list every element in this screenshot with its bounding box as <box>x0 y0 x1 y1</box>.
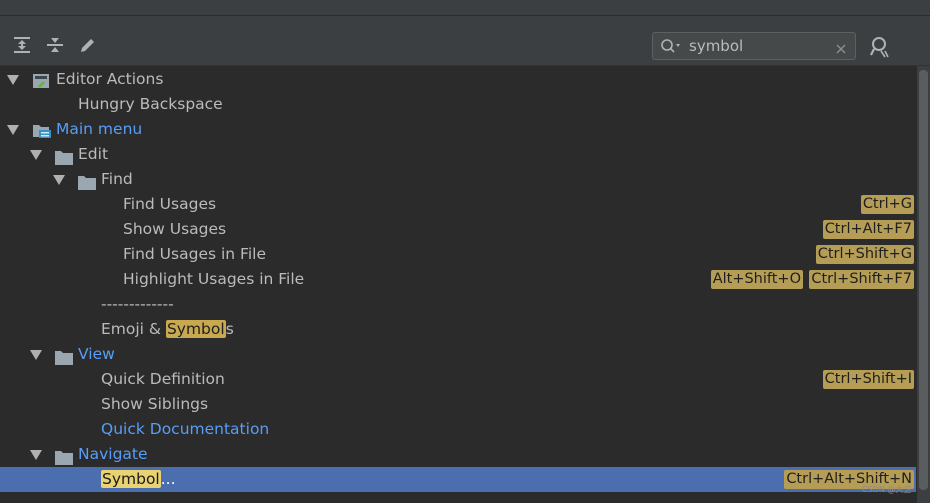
shortcut-badge: Ctrl+Shift+G <box>815 245 914 264</box>
separator-label: ------------- <box>101 295 174 313</box>
toolbar <box>0 16 930 66</box>
collapse-all-icon[interactable] <box>44 34 66 56</box>
expand-arrow-icon[interactable] <box>53 175 65 185</box>
folder-icon <box>78 173 96 190</box>
hungry-backspace-label: Hungry Backspace <box>78 95 223 113</box>
clear-search-icon[interactable] <box>835 40 847 59</box>
shortcut-badge: Ctrl+Shift+F7 <box>809 270 914 289</box>
folder-icon <box>55 148 73 165</box>
editor-actions-label: Editor Actions <box>56 70 164 88</box>
main-menu-icon <box>32 122 52 138</box>
tree-row-symbol-selected[interactable]: Symbol... Ctrl+Alt+Shift+N <box>0 467 916 492</box>
label-suffix: ... <box>160 470 176 488</box>
expand-arrow-icon[interactable] <box>7 75 19 85</box>
search-icon[interactable] <box>660 38 682 58</box>
label-suffix: s <box>225 320 234 338</box>
emoji-symbols-label: Emoji & Symbols <box>101 317 234 342</box>
shortcut-badge: Ctrl+Shift+I <box>822 370 914 389</box>
edit-label: Edit <box>78 145 109 163</box>
shortcut-badge: Alt+Shift+O <box>710 270 803 289</box>
tree-row-view[interactable]: View <box>0 342 916 367</box>
tree-row-separator: ------------- <box>0 292 916 317</box>
find-usages-label: Find Usages <box>123 195 217 213</box>
quick-documentation-label: Quick Documentation <box>101 420 270 438</box>
navigate-label: Navigate <box>78 445 148 463</box>
top-strip <box>0 0 930 16</box>
search-input[interactable] <box>689 36 829 56</box>
tree-row-main-menu[interactable]: Main menu <box>0 117 916 142</box>
tree-row-navigate[interactable]: Navigate <box>0 442 916 467</box>
show-siblings-label: Show Siblings <box>101 395 209 413</box>
symbol-label: Symbol... <box>101 467 176 492</box>
shortcut-badge: Ctrl+Alt+F7 <box>822 220 914 239</box>
highlight-usages-label: Highlight Usages in File <box>123 270 305 288</box>
show-usages-label: Show Usages <box>123 220 227 238</box>
quick-definition-label: Quick Definition <box>101 370 225 388</box>
search-field[interactable] <box>652 32 856 60</box>
expand-arrow-icon[interactable] <box>30 450 42 460</box>
tree-row-show-siblings[interactable]: Show Siblings <box>0 392 916 417</box>
main-menu-label: Main menu <box>56 120 143 138</box>
label-prefix: Emoji & <box>101 320 166 338</box>
scrollbar-thumb[interactable] <box>919 70 928 490</box>
search-match-highlight: Symbol <box>165 320 226 338</box>
keymap-tree: Editor Actions Hungry Backspace Main men… <box>0 66 930 503</box>
folder-icon <box>55 348 73 365</box>
expand-arrow-icon[interactable] <box>30 150 42 160</box>
tree-row-quick-definition[interactable]: Quick Definition Ctrl+Shift+I <box>0 367 916 392</box>
shortcut-badge: Ctrl+G <box>860 195 914 214</box>
view-label: View <box>78 345 115 363</box>
find-by-shortcut-icon[interactable] <box>868 35 892 59</box>
expand-arrow-icon[interactable] <box>30 350 42 360</box>
editor-actions-icon <box>32 72 52 88</box>
tree-row-emoji-symbols[interactable]: Emoji & Symbols <box>0 317 916 342</box>
tree-row-find-usages-in-file[interactable]: Find Usages in File Ctrl+Shift+G <box>0 242 916 267</box>
find-usages-in-file-label: Find Usages in File <box>123 245 266 263</box>
tree-row-highlight-usages-in-file[interactable]: Highlight Usages in File Alt+Shift+O Ctr… <box>0 267 916 292</box>
tree-row-hungry-backspace[interactable]: Hungry Backspace <box>0 92 916 117</box>
tree-row-show-usages[interactable]: Show Usages Ctrl+Alt+F7 <box>0 217 916 242</box>
edit-pencil-icon[interactable] <box>77 34 99 56</box>
find-label: Find <box>101 170 133 188</box>
tree-row-edit[interactable]: Edit <box>0 142 916 167</box>
expand-all-icon[interactable] <box>11 34 33 56</box>
tree-row-editor-actions[interactable]: Editor Actions <box>0 67 916 92</box>
watermark: CSDN @大卫 <box>862 485 912 494</box>
folder-icon <box>55 448 73 465</box>
expand-arrow-icon[interactable] <box>7 125 19 135</box>
search-match-highlight: Symbol <box>101 470 161 488</box>
tree-row-find-usages[interactable]: Find Usages Ctrl+G <box>0 192 916 217</box>
tree-row-quick-documentation[interactable]: Quick Documentation <box>0 417 916 442</box>
tree-row-find[interactable]: Find <box>0 167 916 192</box>
